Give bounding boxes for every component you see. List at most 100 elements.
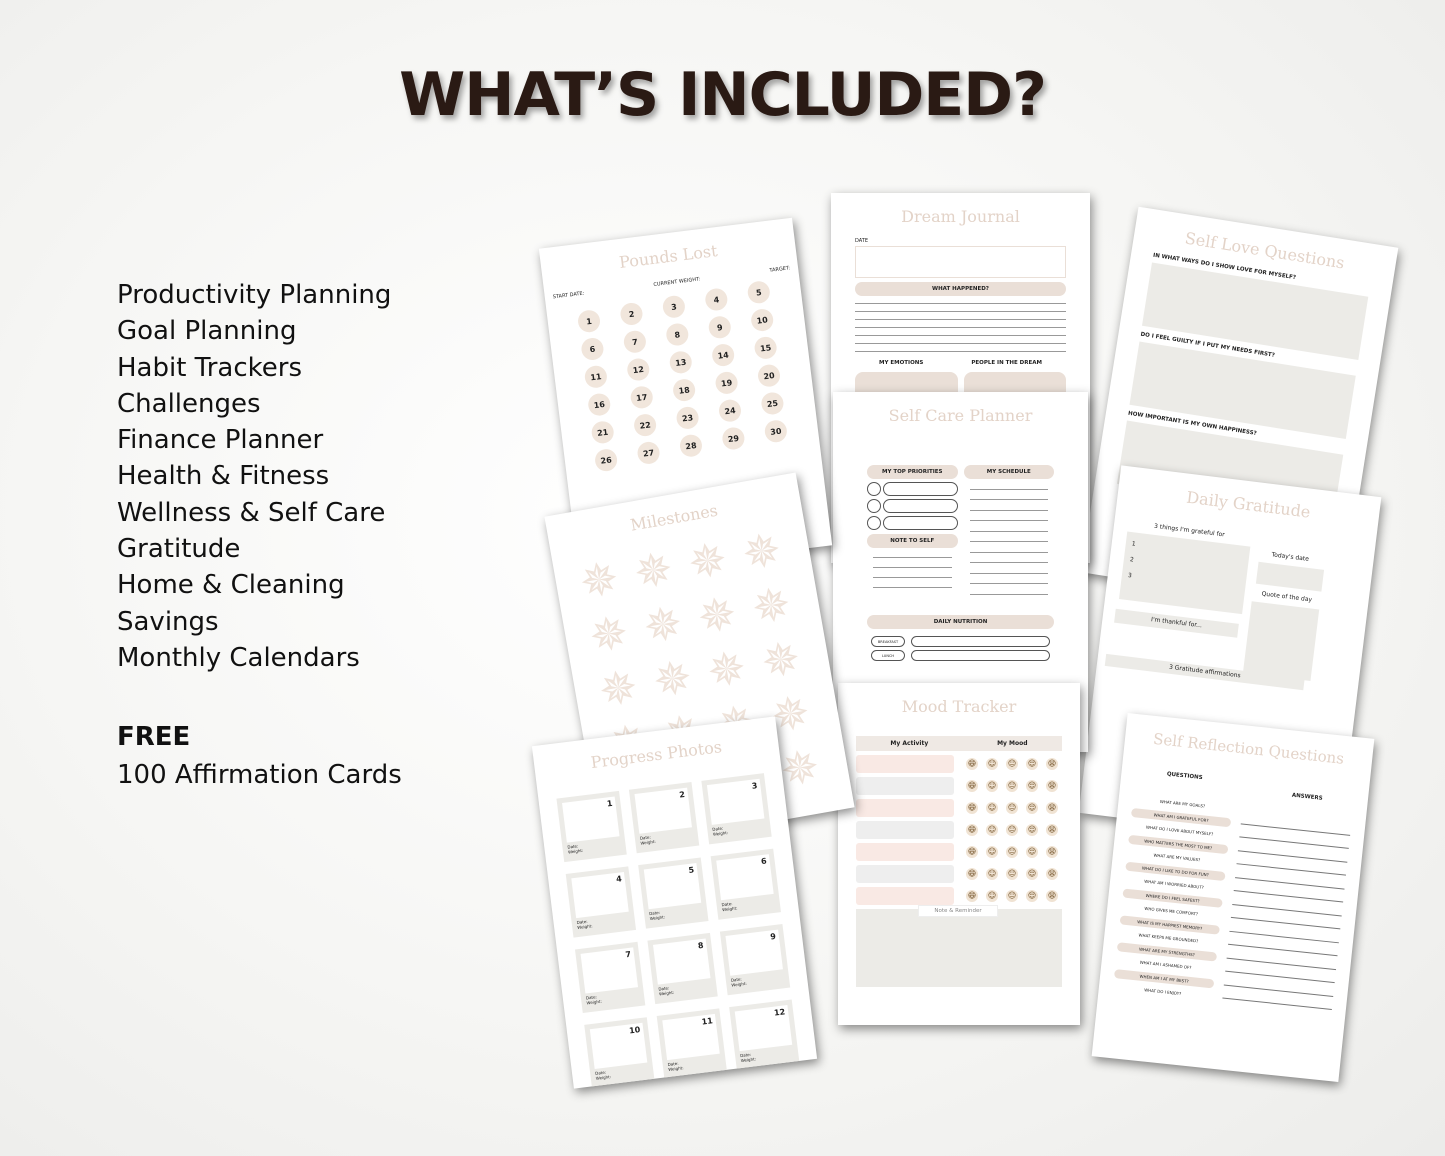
pound-circle: 4: [704, 287, 729, 312]
distressed-icon: 😫: [1046, 890, 1058, 902]
photo-frame: 4 Date: Weight:: [565, 866, 637, 938]
distressed-icon: 😫: [1046, 868, 1058, 880]
writing-line: [873, 568, 952, 578]
mood-row: 😄 ☺ 😐 😌 😫: [856, 799, 1062, 817]
writing-line: [855, 328, 1066, 336]
answer-box: [1141, 262, 1369, 360]
pound-circle: 27: [636, 440, 661, 466]
photo-box: 8: [653, 938, 711, 985]
photo-box: 2: [634, 787, 692, 834]
grinning-icon: 😄: [966, 802, 978, 814]
pound-circle: 6: [580, 336, 605, 362]
photo-box: 11: [662, 1013, 720, 1061]
pound-circle: 8: [665, 322, 690, 347]
activity-field: [856, 865, 954, 883]
activity-field: [856, 777, 954, 795]
grinning-icon: 😄: [966, 758, 978, 770]
pound-circle: 21: [590, 420, 615, 445]
mood-header: My Mood: [997, 740, 1028, 747]
photo-box: 9: [725, 929, 783, 976]
mood-row: 😄 ☺ 😐 😌 😫: [856, 777, 1062, 795]
meal-label: BREAKFAST: [871, 635, 905, 647]
smile-icon: ☺: [986, 846, 998, 858]
priority-field: [883, 482, 958, 496]
priority-field: [883, 516, 958, 530]
relieved-icon: 😌: [1026, 868, 1038, 880]
activity-field: [856, 821, 954, 839]
relieved-icon: 😌: [1026, 824, 1038, 836]
photo-frame: 6 Date: Weight:: [710, 848, 781, 920]
star-outline-icon: ✵: [738, 521, 786, 582]
what-happened-pill: WHAT HAPPENED?: [855, 282, 1066, 296]
meal-row: LUNCH: [871, 649, 1050, 661]
photo-frame: 7 Date: Weight:: [574, 941, 646, 1014]
photo-box: 6: [716, 854, 774, 901]
writing-line: [969, 553, 1048, 563]
neutral-icon: 😐: [1006, 758, 1018, 770]
grinning-icon: 😄: [966, 780, 978, 792]
writing-line: [969, 532, 1048, 542]
feature-item: Finance Planner: [117, 425, 324, 456]
priority-row: [867, 516, 958, 530]
distressed-icon: 😫: [1046, 780, 1058, 792]
quote-label: Quote of the day: [1261, 590, 1313, 604]
star-outline-icon: ✵: [703, 639, 751, 700]
relieved-icon: 😌: [1026, 758, 1038, 770]
meal-row: BREAKFAST: [871, 635, 1050, 647]
priority-row: [867, 482, 958, 496]
pound-circle: 19: [714, 370, 739, 396]
photo-box: 7: [580, 947, 639, 994]
feature-item: Challenges: [117, 388, 261, 419]
todays-date-box: [1255, 561, 1325, 592]
writing-line: [969, 563, 1048, 574]
quote-box: [1242, 601, 1320, 681]
mood-row: 😄 ☺ 😐 😌 😫: [856, 887, 1062, 905]
mood-row: 😄 ☺ 😐 😌 😫: [856, 755, 1062, 773]
photo-box: 12: [734, 1005, 793, 1052]
feature-item: Gratitude: [117, 534, 241, 565]
pound-circle: 10: [749, 307, 775, 333]
feature-item: Home & Cleaning: [117, 570, 345, 601]
pound-circle: 14: [710, 342, 736, 368]
feature-item: Productivity Planning: [117, 280, 392, 310]
pound-circle: 15: [753, 335, 778, 361]
feature-item: Habit Trackers: [117, 352, 303, 383]
photo-frame: 9 Date: Weight:: [719, 924, 791, 996]
pound-circle: 5: [746, 280, 772, 305]
photo-frame: 12 Date: Weight:: [729, 999, 800, 1071]
writing-line: [855, 304, 1066, 312]
smile-icon: ☺: [986, 780, 998, 792]
photo-frame: 8 Date: Weight:: [647, 932, 718, 1005]
bonus-section: FREE 100 Affirmation Cards: [117, 712, 402, 788]
photo-box: 5: [643, 863, 702, 910]
smile-icon: ☺: [986, 758, 998, 770]
meal-field: [911, 635, 1050, 647]
writing-line: [969, 542, 1048, 553]
writing-line: [969, 490, 1048, 500]
pound-circle: 26: [593, 447, 619, 473]
star-outline-icon: ✵: [639, 594, 687, 655]
people-label: PEOPLE IN THE DREAM: [971, 360, 1042, 366]
pound-circle: 16: [587, 392, 612, 417]
pound-circle: 28: [678, 433, 704, 458]
pound-circle: 3: [661, 294, 687, 319]
writing-line: [855, 336, 1066, 344]
smile-icon: ☺: [986, 890, 998, 902]
photo-frame: 11 Date: Weight:: [656, 1008, 728, 1080]
emotions-label: MY EMOTIONS: [879, 360, 924, 366]
feature-list: Productivity Planning Goal Planning Habit …: [117, 277, 391, 676]
photo-frame: 3 Date: Weight:: [701, 773, 772, 845]
distressed-icon: 😫: [1046, 758, 1058, 770]
smile-icon: ☺: [986, 824, 998, 836]
pound-circle: 20: [756, 363, 782, 388]
thankful-label: I'm thankful for...: [1114, 608, 1239, 638]
photo-box: 3: [706, 778, 765, 825]
neutral-icon: 😐: [1006, 868, 1018, 880]
checkbox-circle: [867, 482, 881, 496]
meal-label: LUNCH: [871, 649, 905, 661]
feature-item: Goal Planning: [117, 316, 297, 347]
note-reminder-label: Note & Reminder: [918, 905, 998, 917]
writing-line: [969, 511, 1048, 521]
checkbox-circle: [867, 499, 881, 513]
note-pill: NOTE TO SELF: [867, 534, 958, 548]
